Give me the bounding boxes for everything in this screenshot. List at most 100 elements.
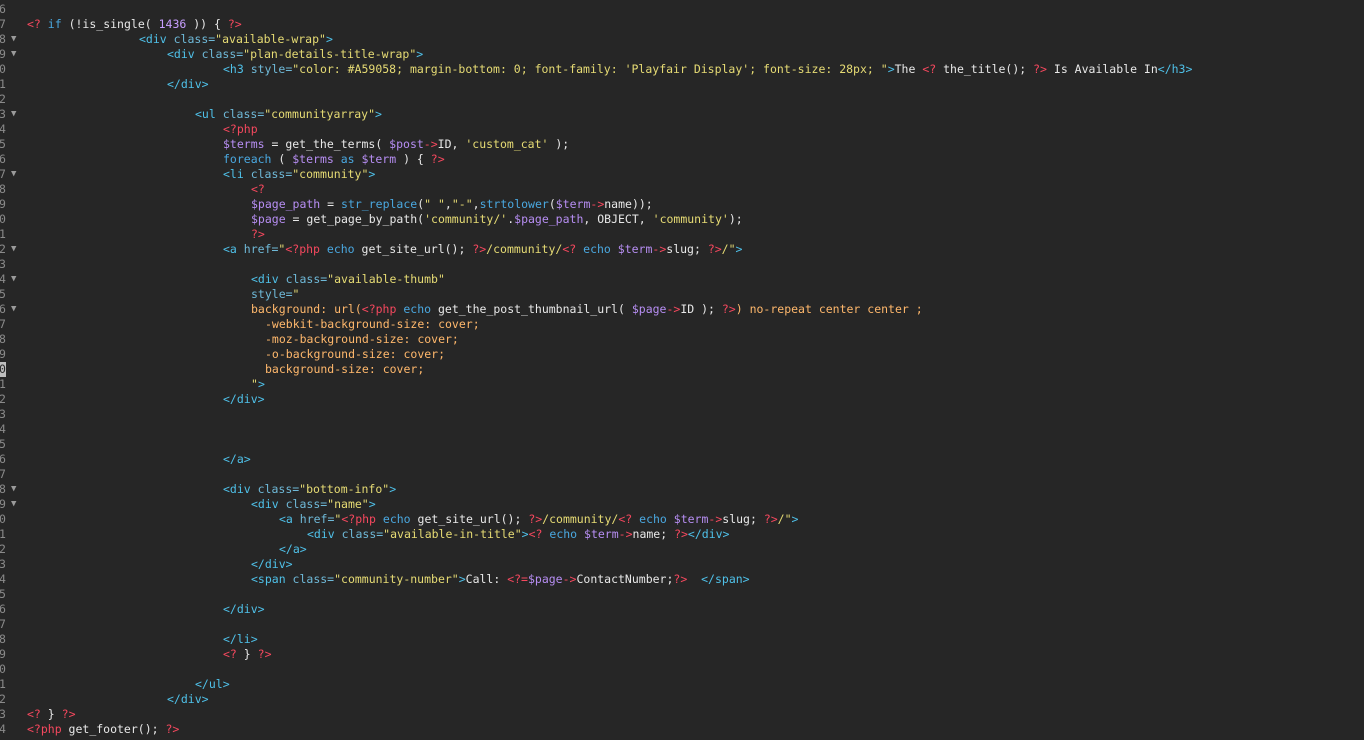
line-number: 4 (0, 422, 6, 436)
line-gutter: 4 (0, 122, 22, 137)
code-line[interactable]: 1 ?> (0, 227, 1364, 242)
code-line[interactable]: 5 $terms = get_the_terms( $post->ID, 'cus… (0, 137, 1364, 152)
code-line[interactable]: 5 (0, 587, 1364, 602)
code-token: <?php (27, 722, 62, 736)
code-line[interactable]: 9 -o-background-size: cover; (0, 347, 1364, 362)
code-token: -> (652, 242, 667, 256)
code-line[interactable]: 6 </div> (0, 602, 1364, 617)
line-number: 2 (0, 242, 6, 256)
code-line[interactable]: 0 <h3 style="color: #A59058; margin-botto… (0, 62, 1364, 77)
line-gutter: 1 (0, 527, 22, 542)
code-line[interactable]: 4 <?php get_footer(); ?> (0, 722, 1364, 737)
line-text: foreach ( $terms as $term ) { ?> (27, 152, 445, 167)
code-token: $term (584, 527, 619, 541)
code-token: ID, (437, 137, 466, 151)
code-editor[interactable]: 6 7 <? if (!is_single( 1436 )) { ?> 8 ▼ <div … (0, 0, 1364, 740)
line-number: 1 (0, 677, 6, 691)
line-number: 9 (0, 47, 6, 61)
code-token: slug; (722, 512, 764, 526)
line-number: 8 (0, 32, 6, 46)
code-line[interactable]: 6 (0, 2, 1364, 17)
code-line[interactable]: 3 ▼ <ul class="communityarray"> (0, 107, 1364, 122)
line-gutter: 4 (0, 572, 22, 587)
code-token: <? (251, 182, 265, 196)
code-line[interactable]: 0 (0, 662, 1364, 677)
fold-arrow-icon[interactable]: ▼ (11, 497, 16, 512)
code-line[interactable]: 6 ▼ background: url(<?php echo get_the_pos… (0, 302, 1364, 317)
code-token: class= (166, 32, 216, 46)
code-line[interactable]: 1 </ul> (0, 677, 1364, 692)
code-token: echo (382, 512, 411, 526)
code-line[interactable]: 8 ▼ <div class="bottom-info"> (0, 482, 1364, 497)
code-token: = get_page_by_path( (285, 212, 425, 226)
code-line[interactable]: 0 background-size: cover; (0, 362, 1364, 377)
code-line[interactable]: 8 </li> (0, 632, 1364, 647)
line-text: -o-background-size: cover; (27, 347, 445, 362)
code-line[interactable]: 9 ▼ <div class="name"> (0, 497, 1364, 512)
code-line[interactable]: 1 "> (0, 377, 1364, 392)
code-line[interactable]: 4 <span class="community-number">Call: <?… (0, 572, 1364, 587)
code-line[interactable]: 5 style=" (0, 287, 1364, 302)
line-number: 8 (0, 332, 6, 346)
code-line[interactable]: 0 $page = get_page_by_path('community/'.$… (0, 212, 1364, 227)
line-text: <div class="available-in-title"><? echo … (27, 527, 729, 542)
line-text: background-size: cover; (27, 362, 424, 377)
code-line[interactable]: 1 </div> (0, 77, 1364, 92)
code-line[interactable]: 7 -webkit-background-size: cover; (0, 317, 1364, 332)
line-gutter: 4 (0, 422, 22, 437)
code-line[interactable]: 8 <? (0, 182, 1364, 197)
code-line[interactable]: 6 foreach ( $terms as $term ) { ?> (0, 152, 1364, 167)
line-number: 7 (0, 317, 6, 331)
code-token: foreach (223, 152, 272, 166)
code-line[interactable]: 2 (0, 92, 1364, 107)
code-line[interactable]: 3 (0, 257, 1364, 272)
code-token: </li> (223, 632, 258, 646)
code-line[interactable]: 7 <? if (!is_single( 1436 )) { ?> (0, 17, 1364, 32)
code-line[interactable]: 4 ▼ <div class="available-thumb" (0, 272, 1364, 287)
code-line[interactable]: 3 (0, 407, 1364, 422)
code-line[interactable]: 8 ▼ <div class="available-wrap"> (0, 32, 1364, 47)
code-line[interactable]: 2 </a> (0, 542, 1364, 557)
code-token: <? (27, 707, 41, 721)
code-line[interactable]: 8 -moz-background-size: cover; (0, 332, 1364, 347)
code-line[interactable]: 7 (0, 467, 1364, 482)
code-line[interactable]: 1 <div class="available-in-title"><? echo… (0, 527, 1364, 542)
fold-arrow-icon[interactable]: ▼ (11, 32, 16, 47)
line-gutter: 7 (0, 317, 22, 332)
code-line[interactable]: 9 ▼ <div class="plan-details-title-wrap"> (0, 47, 1364, 62)
code-token: str_replace (341, 197, 418, 211)
code-line[interactable]: 2 </div> (0, 692, 1364, 707)
code-token: > (257, 377, 265, 391)
code-token: <h3 (223, 62, 244, 76)
code-area[interactable]: 6 7 <? if (!is_single( 1436 )) { ?> 8 ▼ <div … (0, 2, 1364, 737)
fold-arrow-icon[interactable]: ▼ (11, 167, 16, 182)
code-line[interactable]: 9 $page_path = str_replace(" ","-",strtol… (0, 197, 1364, 212)
code-line[interactable]: 6 </a> (0, 452, 1364, 467)
code-line[interactable]: 3 </div> (0, 557, 1364, 572)
code-line[interactable]: 4 (0, 422, 1364, 437)
fold-arrow-icon[interactable]: ▼ (11, 47, 16, 62)
code-line[interactable]: 3 <? } ?> (0, 707, 1364, 722)
line-text: <? } ?> (27, 707, 76, 722)
code-line[interactable]: 5 (0, 437, 1364, 452)
fold-arrow-icon[interactable]: ▼ (11, 302, 16, 317)
code-line[interactable]: 2 ▼ <a href="<?php echo get_site_url(); ?>… (0, 242, 1364, 257)
fold-arrow-icon[interactable]: ▼ (11, 242, 16, 257)
line-number: 0 (0, 512, 6, 526)
code-token: "color: #A59058; margin-bottom: 0; font-… (292, 62, 888, 76)
fold-arrow-icon[interactable]: ▼ (11, 482, 16, 497)
code-line[interactable]: 4 <?php (0, 122, 1364, 137)
code-line[interactable]: 7 ▼ <li class="community"> (0, 167, 1364, 182)
code-token: > (368, 497, 376, 511)
code-token: <div (139, 32, 167, 46)
code-line[interactable]: 2 </div> (0, 392, 1364, 407)
line-text: <div class="plan-details-title-wrap"> (27, 47, 423, 62)
fold-arrow-icon[interactable]: ▼ (11, 107, 16, 122)
code-line[interactable]: 9 <? } ?> (0, 647, 1364, 662)
code-token: "plan-details-title-wrap" (243, 47, 417, 61)
fold-arrow-icon[interactable]: ▼ (11, 272, 16, 287)
code-line[interactable]: 0 <a href="<?php echo get_site_url(); ?>/… (0, 512, 1364, 527)
code-line[interactable]: 7 (0, 617, 1364, 632)
